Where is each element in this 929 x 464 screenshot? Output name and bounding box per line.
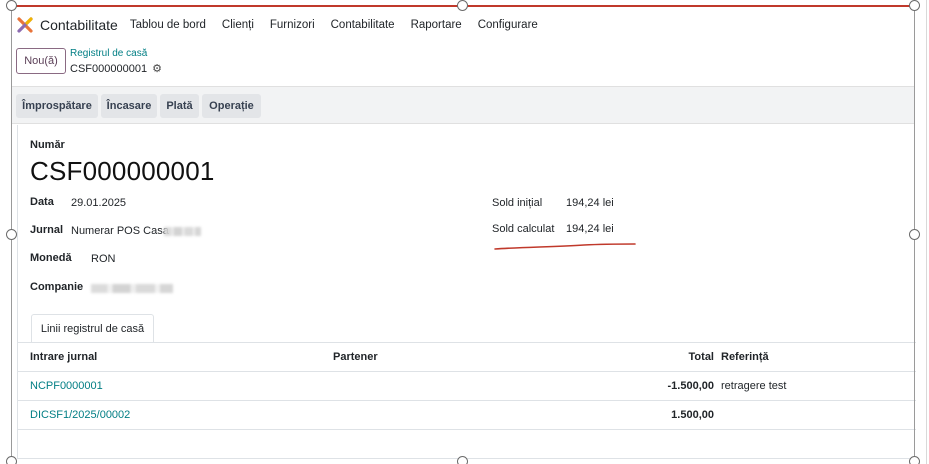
selection-frame bbox=[11, 5, 915, 460]
resize-handle-left[interactable] bbox=[6, 229, 17, 240]
resize-handle-bottom-left[interactable] bbox=[6, 456, 17, 464]
resize-handle-top[interactable] bbox=[457, 0, 468, 11]
resize-handle-right[interactable] bbox=[909, 229, 920, 240]
resize-handle-top-left[interactable] bbox=[6, 0, 17, 11]
resize-handle-bottom-right[interactable] bbox=[909, 456, 920, 464]
resize-handle-top-right[interactable] bbox=[909, 0, 920, 11]
resize-handle-bottom[interactable] bbox=[457, 456, 468, 464]
